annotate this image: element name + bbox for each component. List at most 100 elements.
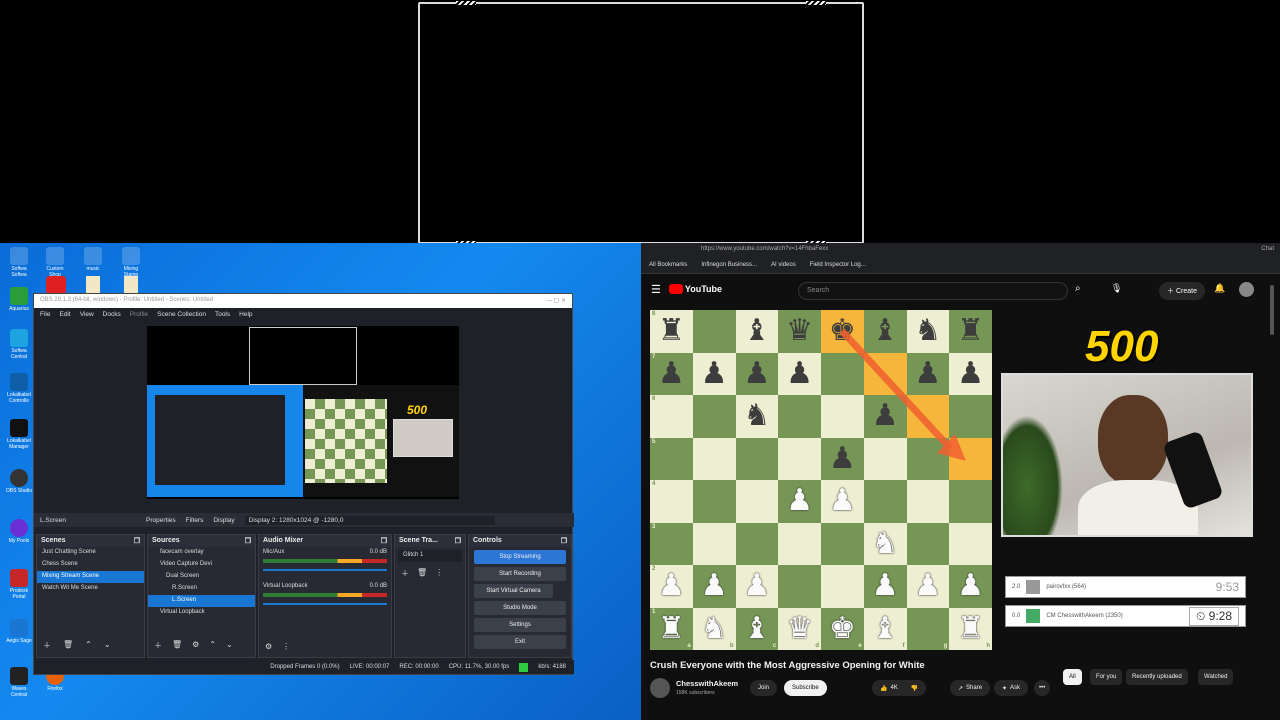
scene-item[interactable]: Just Chatting Scene [37, 547, 144, 559]
transition-select[interactable]: Glitch 1 [398, 550, 462, 562]
like-button[interactable]: 👍 4K 👎 [872, 680, 927, 696]
bookmark-item[interactable]: AI videos [771, 262, 796, 268]
remove-source-icon[interactable]: 🗑 [172, 640, 182, 651]
menu-help[interactable]: Help [239, 311, 252, 319]
volume-slider[interactable] [263, 569, 387, 571]
menu-icon[interactable]: ☰ [651, 283, 661, 296]
avatar[interactable] [1239, 282, 1254, 297]
start-recording-button[interactable]: Start Recording [474, 567, 566, 581]
move-down-icon[interactable]: ⌄ [104, 640, 111, 651]
desktop-icon[interactable]: Lokalkabel Controlle [4, 373, 34, 404]
mic-icon[interactable]: 🎙 [1111, 283, 1122, 294]
desktop-icon[interactable]: Prodesk Portal [4, 569, 34, 600]
exit-button[interactable]: Exit [474, 635, 566, 649]
bookmark-item[interactable]: Infinegon Business... [701, 262, 757, 268]
desktop-icon[interactable]: My Pools [4, 519, 34, 544]
more-icon[interactable]: ⋮ [435, 568, 443, 579]
move-up-icon[interactable]: ⌃ [85, 640, 92, 651]
obs-preview-canvas[interactable]: 500 [147, 326, 459, 499]
dock-undock-icon[interactable]: ❐ [134, 537, 140, 545]
dock-undock-icon[interactable]: ❐ [245, 537, 251, 545]
add-scene-icon[interactable]: ＋ [43, 640, 51, 651]
studio-mode-button[interactable]: Studio Mode [474, 601, 566, 615]
join-button[interactable]: Join [750, 680, 778, 696]
stop-streaming-button[interactable]: Stop Streaming [474, 550, 566, 564]
create-button[interactable]: ＋ Create [1159, 282, 1205, 300]
share-label: Share [966, 685, 983, 691]
bookmark-item[interactable]: Field Inspector Log... [810, 262, 866, 268]
menu-profile[interactable]: Profile [130, 311, 148, 319]
source-group[interactable]: Dual Screen [148, 571, 255, 583]
desktop-icon[interactable]: Waves Central [4, 667, 34, 698]
chip-all[interactable]: All [1063, 669, 1082, 685]
source-item[interactable]: Video Capture Devi [148, 559, 255, 571]
thumbs-down-icon[interactable]: 👎 [911, 685, 918, 692]
plant [1003, 415, 1063, 535]
youtube-logo-icon[interactable] [668, 284, 683, 294]
filters-button[interactable]: Filters [186, 517, 204, 524]
address-bar[interactable]: https://www.youtube.com/watch?v=14FhbaFe… [641, 243, 1280, 257]
channel-avatar[interactable] [650, 678, 670, 698]
bookmark-item[interactable]: All Bookmarks [649, 262, 687, 268]
desktop-icon[interactable]: Custom Shop [40, 247, 70, 278]
menu-docks[interactable]: Docks [103, 311, 121, 319]
create-label: Create [1175, 288, 1197, 295]
scrollbar-thumb[interactable] [1270, 285, 1274, 335]
volume-slider[interactable] [263, 603, 387, 605]
dock-undock-icon[interactable]: ❐ [381, 537, 387, 545]
settings-button[interactable]: Settings [474, 618, 566, 632]
app-icon[interactable] [46, 276, 66, 294]
menu-scene-collection[interactable]: Scene Collection [157, 311, 206, 319]
audio-settings-icon[interactable]: ⚙ [265, 642, 272, 651]
add-source-icon[interactable]: ＋ [154, 640, 162, 651]
chip-watched[interactable]: Watched [1198, 669, 1234, 685]
menu-edit[interactable]: Edit [59, 311, 70, 319]
source-item[interactable]: Virtual Loopback [148, 607, 255, 619]
chip-recently-uploaded[interactable]: Recently uploaded [1126, 669, 1188, 685]
desktop-icon[interactable]: Aquarius [4, 287, 34, 312]
chat-label[interactable]: Chat [1261, 246, 1274, 252]
desktop-icon[interactable]: Mixing Stamp [116, 247, 146, 278]
file-icon[interactable] [86, 276, 100, 294]
menu-tools[interactable]: Tools [215, 311, 230, 319]
source-item[interactable]: facecam overlay [148, 547, 255, 559]
audio-mixer-dock: Audio Mixer ❐ Mic/Aux 0.0 dB Virtual Loopb… [258, 534, 392, 658]
source-settings-icon[interactable]: ⚙ [192, 640, 199, 651]
desktop-icon[interactable]: Softwa Softwa [4, 247, 34, 278]
display-select[interactable]: Display 2: 1280x1024 @ -1280,0 [244, 515, 495, 525]
desktop-icon[interactable]: music [78, 247, 108, 272]
desktop-icon[interactable]: Aegis Sage [4, 619, 34, 644]
window-controls[interactable]: — ▢ ✕ [546, 297, 566, 305]
obs-studio-icon[interactable]: OBS Studio [4, 469, 34, 494]
obs-titlebar[interactable]: OBS 29.1.3 (64-bit, windows) - Profile: … [34, 294, 572, 308]
channel-name[interactable]: ChesswithAkeem [676, 679, 738, 688]
start-virtual-camera-button[interactable]: Start Virtual Camera [474, 584, 553, 598]
remove-scene-icon[interactable]: 🗑 [63, 640, 73, 651]
source-item-selected[interactable]: L.Screen [148, 595, 255, 607]
file-icon[interactable] [124, 276, 138, 294]
menu-view[interactable]: View [80, 311, 94, 319]
dock-undock-icon[interactable]: ❐ [455, 537, 461, 545]
scene-item[interactable]: Chess Scene [37, 559, 144, 571]
source-item[interactable]: R.Screen [148, 583, 255, 595]
share-button[interactable]: ↗ Share [950, 680, 991, 696]
move-down-icon[interactable]: ⌄ [226, 640, 233, 651]
notifications-bell-icon[interactable]: 🔔 [1214, 283, 1225, 294]
chip-for-you[interactable]: For you [1090, 669, 1123, 685]
ask-button[interactable]: ✦ Ask [994, 680, 1029, 696]
desktop-icon[interactable]: Lokalkabel Manager [4, 419, 34, 450]
subscribe-button[interactable]: Subscribe [784, 680, 827, 696]
move-up-icon[interactable]: ⌃ [209, 640, 216, 651]
properties-button[interactable]: Properties [146, 517, 176, 524]
search-input[interactable]: Search [798, 282, 1068, 300]
more-icon[interactable]: ⋮ [282, 642, 290, 651]
add-transition-icon[interactable]: ＋ [401, 568, 409, 579]
desktop-icon[interactable]: Softwa Central [4, 329, 34, 360]
menu-file[interactable]: File [40, 311, 50, 319]
search-icon[interactable]: ⌕ [1075, 283, 1081, 294]
remove-transition-icon[interactable]: 🗑 [417, 568, 427, 579]
scene-item-selected[interactable]: Mixing Stream Scene [37, 571, 144, 583]
scene-item[interactable]: Watch Wit Me Scene [37, 583, 144, 595]
dock-undock-icon[interactable]: ❐ [561, 537, 567, 545]
youtube-logo-text[interactable]: YouTube [685, 284, 722, 294]
